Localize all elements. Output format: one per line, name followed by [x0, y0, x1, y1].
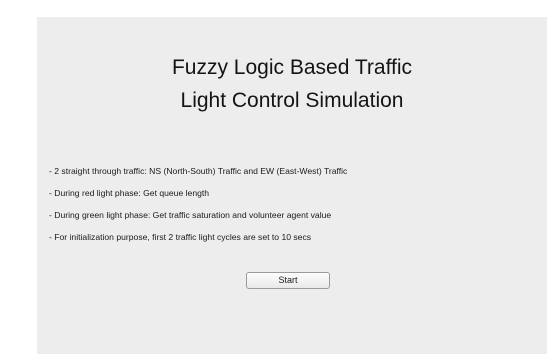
main-panel: Fuzzy Logic Based Traffic Light Control …: [37, 17, 547, 354]
start-button[interactable]: Start: [246, 272, 330, 289]
description-item-red-phase: - During red light phase: Get queue leng…: [49, 188, 210, 198]
title-line-2: Light Control Simulation: [180, 89, 404, 112]
description-item-traffic: - 2 straight through traffic: NS (North-…: [49, 166, 348, 176]
title-line-1: Fuzzy Logic Based Traffic: [171, 56, 413, 79]
description-list: - 2 straight through traffic: NS (North-…: [49, 160, 539, 248]
description-item-green-phase: - During green light phase: Get traffic …: [49, 210, 332, 220]
app-window: Fuzzy Logic Based Traffic Light Control …: [0, 0, 557, 354]
description-item-initialization: - For initialization purpose, first 2 tr…: [49, 232, 312, 242]
page-title: Fuzzy Logic Based Traffic Light Control …: [37, 51, 547, 117]
